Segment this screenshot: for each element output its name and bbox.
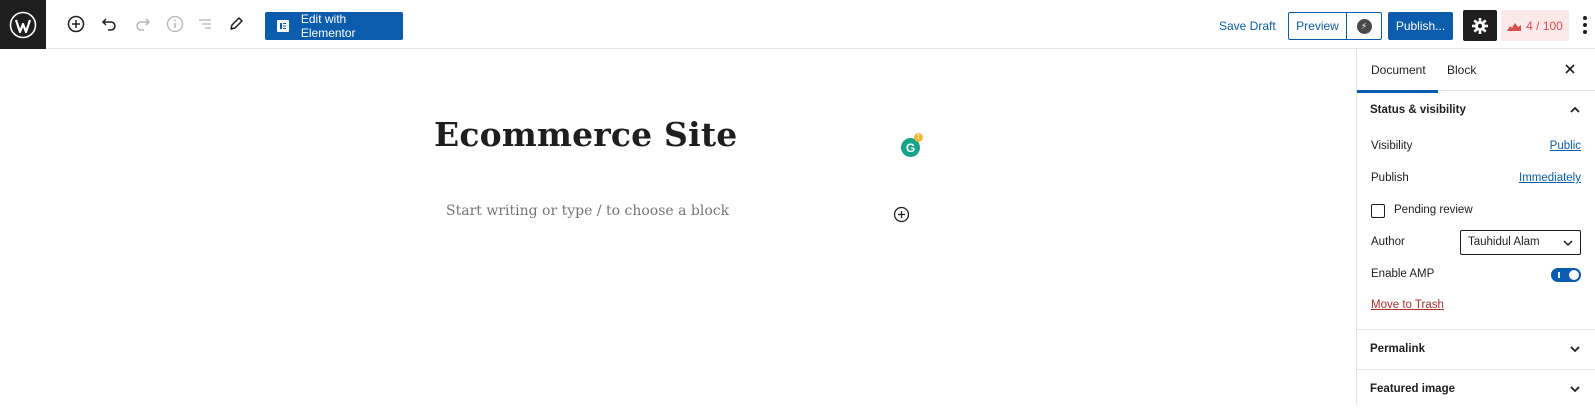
block-placeholder[interactable]: Start writing or type / to choose a bloc… [446, 203, 729, 219]
preview-group: Preview ⚡ [1288, 12, 1382, 40]
enable-amp-toggle[interactable] [1551, 268, 1581, 282]
author-value: Tauhidul Alam [1468, 236, 1540, 248]
publish-label: Publish [1371, 172, 1409, 184]
inline-add-block-button[interactable] [893, 206, 910, 223]
chevron-up-icon [1570, 106, 1580, 113]
enable-amp-row: Enable AMP [1357, 259, 1595, 291]
permalink-panel-toggle[interactable]: Permalink [1357, 329, 1595, 369]
pending-review-label[interactable]: Pending review [1394, 204, 1473, 216]
more-dot-icon [1583, 23, 1587, 27]
more-dot-icon [1583, 16, 1587, 20]
preview-button[interactable]: Preview [1289, 13, 1347, 39]
pending-review-row: Pending review [1357, 195, 1595, 227]
trash-row: Move to Trash [1357, 291, 1595, 329]
content-info-button[interactable] [163, 12, 187, 36]
add-block-button[interactable] [64, 12, 88, 36]
plus-circle-icon [67, 15, 85, 33]
author-select[interactable]: Tauhidul Alam [1460, 230, 1581, 255]
redo-button[interactable] [131, 12, 155, 36]
redo-icon [136, 18, 151, 31]
amp-preview-button[interactable]: ⚡ [1347, 13, 1381, 39]
undo-icon [101, 18, 116, 31]
featured-image-title: Featured image [1370, 383, 1455, 395]
edit-with-elementor-button[interactable]: Edit with Elementor [265, 12, 403, 40]
elementor-button-label: Edit with Elementor [300, 12, 356, 40]
sidebar-tabs: Document Block [1357, 49, 1595, 93]
wordpress-icon [9, 11, 37, 38]
score-chart-icon [1507, 22, 1522, 31]
editor-canvas[interactable]: Ecommerce Site G 1 Start writing or type… [0, 49, 1356, 405]
elementor-icon [277, 20, 289, 32]
featured-image-panel-toggle[interactable]: Featured image [1357, 369, 1595, 409]
pencil-icon [230, 17, 243, 30]
publish-date-row: Publish Immediately [1357, 163, 1595, 195]
grammarly-count-badge: 1 [914, 133, 923, 142]
chevron-down-icon [1570, 386, 1580, 393]
enable-amp-label: Enable AMP [1371, 268, 1435, 280]
gear-icon [1472, 17, 1488, 34]
toggle-knob [1569, 270, 1579, 280]
more-options-button[interactable] [1578, 12, 1592, 38]
pending-review-checkbox[interactable] [1371, 204, 1385, 218]
post-title[interactable]: Ecommerce Site [434, 115, 737, 154]
close-sidebar-button[interactable] [1564, 62, 1576, 79]
wordpress-logo-button[interactable] [0, 0, 46, 49]
author-label: Author [1371, 236, 1405, 248]
visibility-label: Visibility [1371, 140, 1413, 152]
chevron-down-icon [1570, 346, 1580, 353]
editor-header: Edit with Elementor Save Draft Preview ⚡… [0, 0, 1595, 49]
tools-button[interactable] [224, 12, 248, 36]
move-to-trash-link[interactable]: Move to Trash [1371, 299, 1444, 311]
tab-block[interactable]: Block [1447, 63, 1476, 77]
panel-title: Status & visibility [1370, 104, 1466, 116]
close-icon [1565, 64, 1575, 74]
settings-button[interactable] [1463, 10, 1497, 41]
seo-score-button[interactable]: 4 / 100 [1501, 10, 1569, 41]
seo-score-label: 4 / 100 [1526, 18, 1563, 33]
plus-circle-icon [893, 206, 910, 223]
block-navigation-button[interactable] [193, 12, 217, 36]
list-view-icon [199, 19, 211, 29]
tab-document[interactable]: Document [1357, 63, 1438, 93]
permalink-title: Permalink [1370, 343, 1425, 355]
amp-bolt-icon: ⚡ [1356, 18, 1372, 34]
publish-button[interactable]: Publish... [1388, 12, 1453, 40]
visibility-row: Visibility Public [1357, 131, 1595, 163]
settings-sidebar: Document Block Status & visibility Visib… [1356, 49, 1595, 405]
status-visibility-panel: Status & visibility Visibility Public Pu… [1357, 91, 1595, 329]
author-row: Author Tauhidul Alam [1357, 227, 1595, 259]
toggle-on-mark [1558, 272, 1560, 278]
more-dot-icon [1583, 30, 1587, 34]
info-icon [166, 15, 184, 33]
visibility-link[interactable]: Public [1550, 140, 1581, 152]
status-visibility-toggle[interactable]: Status & visibility [1357, 91, 1595, 131]
publish-date-link[interactable]: Immediately [1519, 172, 1581, 184]
chevron-down-icon [1563, 240, 1573, 247]
undo-button[interactable] [97, 12, 121, 36]
save-draft-button[interactable]: Save Draft [1219, 19, 1276, 33]
